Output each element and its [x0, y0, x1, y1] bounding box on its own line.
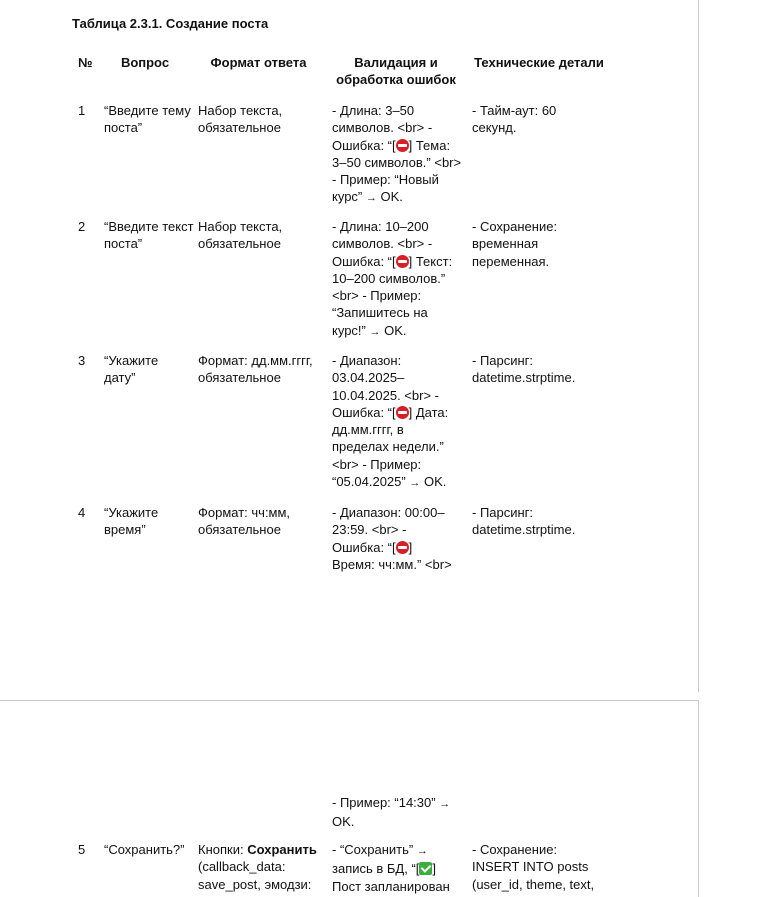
- document-page-2: - Пример: “14:30” → OK. 5 “Сохранить?” К…: [0, 700, 699, 897]
- arrow-right-icon: →: [409, 477, 421, 490]
- no-entry-icon: [395, 540, 409, 554]
- row3-validation: - Диапазон: 03.04.2025–10.04.2025. <br> …: [332, 352, 462, 492]
- arrow-right-icon: →: [365, 192, 377, 205]
- row5-tech: - Сохранение: INSERT INTO posts (user_id…: [472, 842, 595, 892]
- no-entry-icon: [395, 405, 409, 419]
- arrow-right-icon: →: [439, 798, 451, 810]
- row2-validation: - Длина: 10–200 символов. <br> - Ошибка:…: [332, 218, 462, 341]
- row2-question: “Введите текст поста”: [104, 219, 194, 252]
- header-question: Вопрос: [120, 55, 170, 70]
- row3-num: 3: [78, 353, 86, 368]
- row3-question: “Укажите дату”: [104, 353, 159, 386]
- header-validation: Валидация и обработка ошибок: [328, 54, 464, 88]
- row2-num: 2: [78, 219, 86, 234]
- row1-validation-text-c: OK.: [376, 189, 403, 205]
- row4-question: “Укажите время”: [104, 505, 159, 538]
- row1-validation: - Длина: 3–50 символов. <br> - Ошибка: “…: [332, 102, 462, 208]
- no-entry-icon: [395, 254, 409, 268]
- row4-validation-text-a: - Диапазон: 00:00–23:59. <br> - Ошибка: …: [332, 505, 445, 555]
- row3-tech: - Парсинг: datetime.strptime.: [472, 353, 576, 386]
- row5-format: Кнопки: Сохранить (callback_data: save_p…: [198, 841, 323, 893]
- row4-num: 4: [78, 505, 86, 520]
- header-validation-line2: обработка ошибок: [336, 72, 456, 87]
- page-break: [0, 692, 699, 700]
- row1-question: “Введите тему поста”: [104, 103, 191, 136]
- row5-validation: - “Сохранить” → запись в БД, “[] Пост за…: [332, 841, 462, 895]
- row5-format-text-a: Кнопки:: [198, 842, 248, 857]
- row4-example-ok: OK.: [332, 814, 355, 830]
- row5-format-text-b: (callback_data: save_post, эмодзи:: [198, 859, 312, 892]
- row2-tech: - Сохранение: временная переменная.: [472, 219, 558, 269]
- arrow-right-icon: →: [369, 325, 381, 338]
- header-validation-line1: Валидация и: [354, 55, 438, 70]
- row3-format: Формат: дд.мм.гггг, обязательное: [198, 353, 313, 386]
- row4-tech: - Парсинг: datetime.strptime.: [472, 505, 576, 538]
- row1-tech: - Тайм-аут: 60 секунд.: [472, 103, 557, 136]
- row5-question: “Сохранить?”: [104, 842, 185, 857]
- document-page-1: Таблица 2.3.1. Создание поста № Вопрос Ф…: [0, 0, 699, 693]
- row4-example-text: - Пример: “14:30”: [332, 795, 440, 810]
- row4-validation-continued: - Пример: “14:30” → OK.: [332, 794, 458, 831]
- row2-format: Набор текста, обязательное: [198, 219, 283, 252]
- table-title: Таблица 2.3.1. Создание поста: [72, 16, 269, 31]
- header-tech: Технические детали: [474, 55, 604, 70]
- no-entry-icon: [395, 138, 409, 152]
- row1-format: Набор текста, обязательное: [198, 103, 283, 136]
- arrow-right-icon: →: [416, 845, 428, 857]
- row4-format: Формат: чч:мм, обязательное: [198, 505, 291, 538]
- row5-validation-text-b: запись в БД, “[: [332, 861, 420, 877]
- row2-validation-text-c: OK.: [380, 322, 407, 338]
- check-mark-icon: [419, 862, 433, 876]
- row5-num: 5: [78, 842, 86, 857]
- header-num: №: [78, 55, 93, 70]
- row5-format-bold: Сохранить: [247, 842, 317, 857]
- row5-validation-text-a: - “Сохранить”: [332, 842, 417, 857]
- row3-validation-text-c: OK.: [420, 474, 447, 490]
- row1-num: 1: [78, 103, 86, 118]
- header-format: Формат ответа: [210, 55, 307, 70]
- row4-validation: - Диапазон: 00:00–23:59. <br> - Ошибка: …: [332, 504, 458, 573]
